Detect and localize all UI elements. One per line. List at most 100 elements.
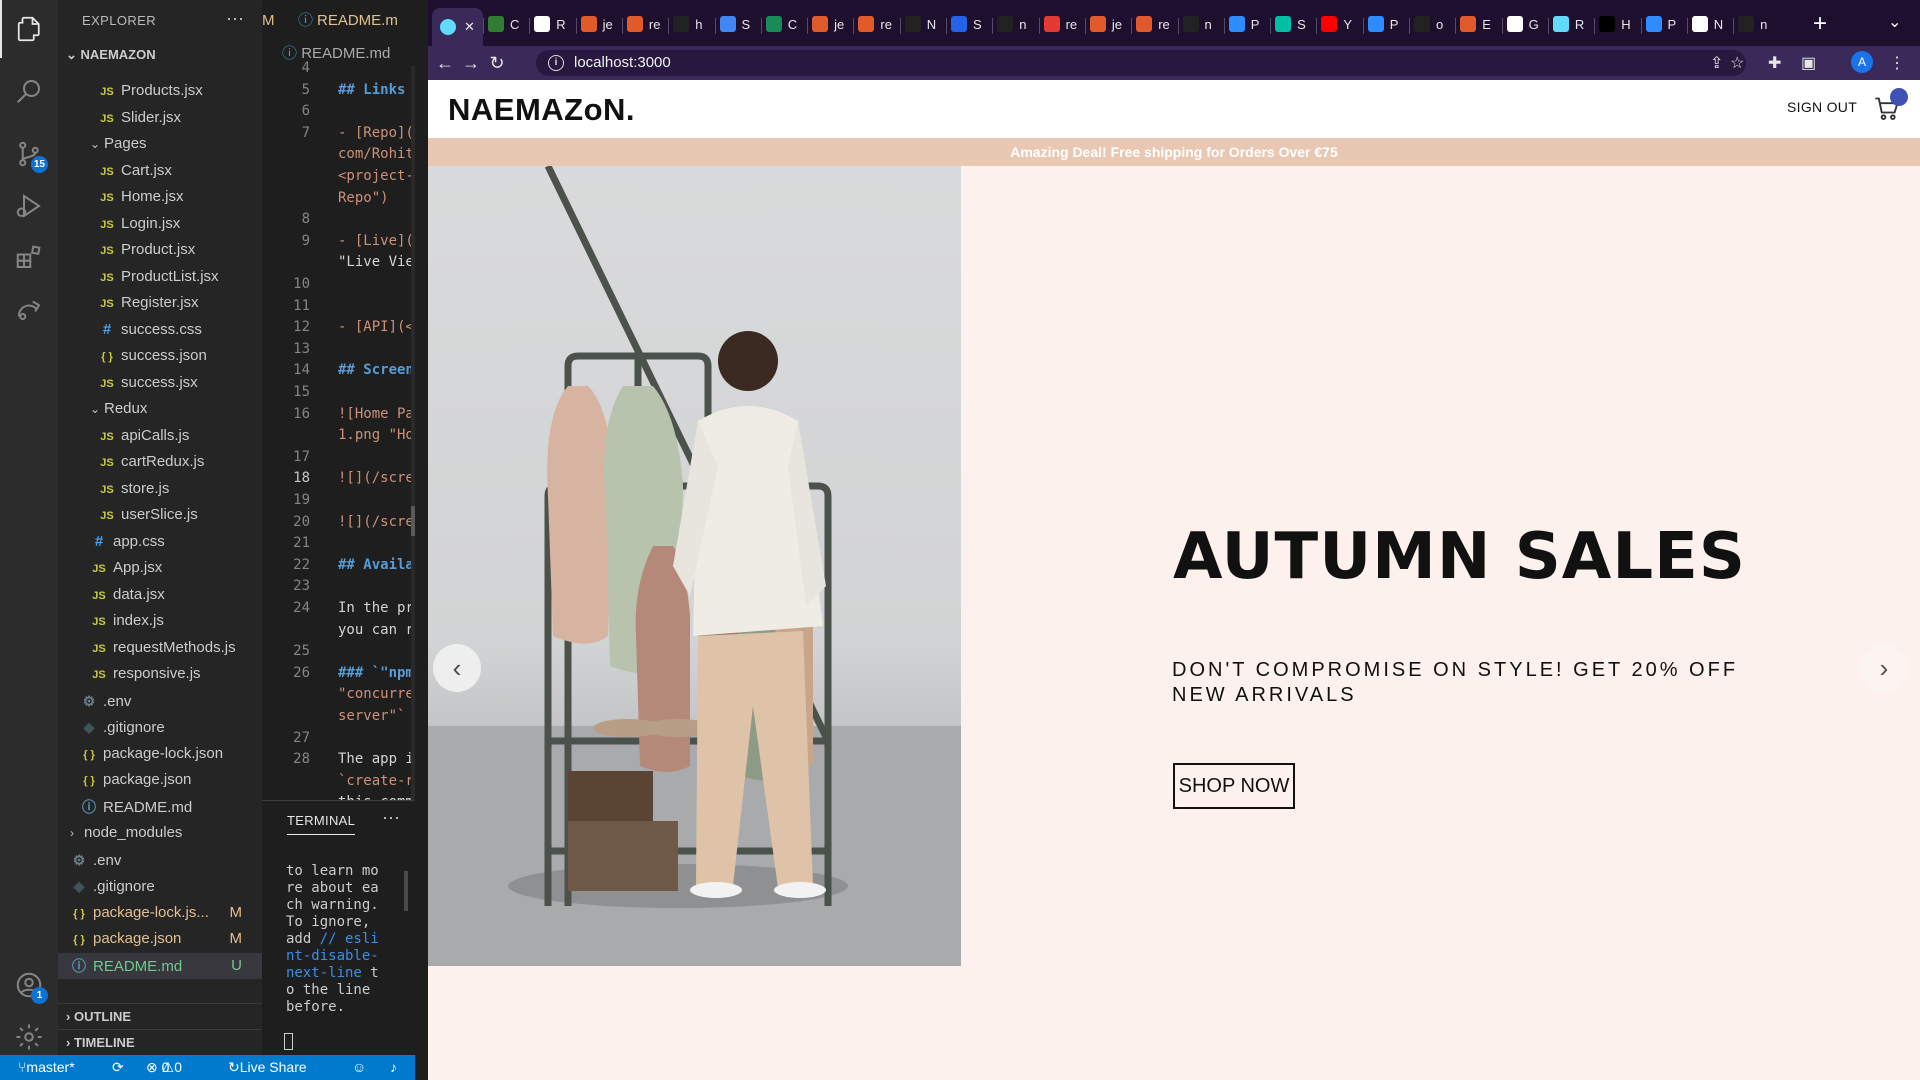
tree-file[interactable]: JS data.jsx xyxy=(58,582,262,608)
live-share-button[interactable]: ↻ Live Share xyxy=(228,1055,307,1080)
tree-folder[interactable]: ⌄ Pages xyxy=(58,131,262,157)
run-debug-icon[interactable] xyxy=(0,177,58,235)
workspace-root[interactable]: ⌄ NAEMAZON xyxy=(58,42,262,68)
code-line[interactable]: 23 xyxy=(262,576,415,597)
tree-file[interactable]: JS userSlice.js xyxy=(58,502,262,528)
prev-tab-fragment[interactable]: M xyxy=(262,0,275,42)
browser-tab[interactable]: G xyxy=(1506,12,1539,36)
feedback-icon[interactable]: ☺ xyxy=(352,1055,366,1080)
tree-file[interactable]: JS store.js xyxy=(58,476,262,502)
browser-tab[interactable]: n xyxy=(1738,12,1767,36)
code-line[interactable]: this comm xyxy=(262,792,415,800)
sync-icon[interactable]: ⟳ xyxy=(112,1055,124,1080)
extensions-icon[interactable] xyxy=(0,228,58,286)
code-line[interactable]: 17 xyxy=(262,447,415,468)
sign-out-link[interactable]: SIGN OUT xyxy=(1787,99,1857,115)
browser-tab[interactable]: N xyxy=(1691,12,1723,36)
tree-file[interactable]: JS Products.jsx xyxy=(58,78,262,104)
tree-file[interactable]: { } success.json xyxy=(58,343,262,369)
browser-tab[interactable]: P xyxy=(1228,12,1259,36)
tree-file[interactable]: ◆ .gitignore xyxy=(58,873,262,899)
tree-file[interactable]: # success.css xyxy=(58,317,262,343)
browser-tab[interactable]: je xyxy=(580,12,613,36)
code-line[interactable]: 9 - [Live]( xyxy=(262,231,415,252)
url-text[interactable]: localhost:3000 xyxy=(574,50,671,76)
terminal-tab[interactable]: TERMINAL xyxy=(287,813,356,835)
code-line[interactable]: 24 In the pr xyxy=(262,598,415,619)
code-line[interactable]: com/Rohit xyxy=(262,144,415,165)
outline-section[interactable]: › OUTLINE xyxy=(58,1003,262,1029)
share-icon[interactable]: ⇪ xyxy=(1710,53,1723,73)
tree-file[interactable]: ⓘ README.md U xyxy=(58,952,262,979)
tab-active[interactable]: ✕ xyxy=(432,8,483,46)
code-line[interactable]: `create-r xyxy=(262,771,415,792)
browser-tab[interactable]: E xyxy=(1460,12,1491,36)
code-line[interactable]: 22 ## Availa xyxy=(262,555,415,576)
browser-tab[interactable]: P xyxy=(1645,12,1676,36)
tree-file[interactable]: ⚙ .env xyxy=(58,847,262,873)
code-line[interactable]: 5 ## Links xyxy=(262,80,415,101)
code-line[interactable]: 14 ## Screen xyxy=(262,360,415,381)
terminal-more-icon[interactable]: ··· xyxy=(382,807,400,828)
browser-tab[interactable]: re xyxy=(1043,12,1077,36)
code-line[interactable]: 6 xyxy=(262,101,415,122)
browser-tab[interactable]: S xyxy=(719,12,750,36)
code-line[interactable]: 7 - [Repo]( xyxy=(262,123,415,144)
code-line[interactable]: 15 xyxy=(262,382,415,403)
browser-tab[interactable]: R xyxy=(534,12,566,36)
tree-file[interactable]: JS ProductList.jsx xyxy=(58,264,262,290)
browser-tab[interactable]: S xyxy=(951,12,982,36)
browser-tab[interactable]: R xyxy=(1552,12,1584,36)
search-icon[interactable] xyxy=(0,62,58,120)
browser-tab[interactable]: C xyxy=(488,12,519,36)
tree-file[interactable]: JS index.js xyxy=(58,608,262,634)
code-line[interactable]: 4 xyxy=(262,58,415,79)
more-actions-icon[interactable]: ··· xyxy=(226,8,244,29)
code-line[interactable]: 28 The app i xyxy=(262,749,415,770)
code-line[interactable]: 12 - [API](< xyxy=(262,317,415,338)
tree-folder[interactable]: ⌄ Redux xyxy=(58,396,262,422)
tree-file[interactable]: JS App.jsx xyxy=(58,555,262,581)
browser-tab[interactable]: S xyxy=(1275,12,1306,36)
tree-file[interactable]: JS Cart.jsx xyxy=(58,158,262,184)
browser-tab[interactable]: re xyxy=(626,12,660,36)
notifications-icon[interactable]: ♪ xyxy=(390,1055,397,1080)
browser-tab[interactable]: h xyxy=(673,12,702,36)
address-bar[interactable]: i localhost:3000 xyxy=(536,50,1746,76)
code-line[interactable]: 20 ![](/scre xyxy=(262,512,415,533)
shop-now-button[interactable]: SHOP NOW xyxy=(1173,763,1295,809)
tree-file[interactable]: JS Home.jsx xyxy=(58,184,262,210)
tree-file[interactable]: ⓘ README.md xyxy=(58,794,262,820)
code-line[interactable]: <project- xyxy=(262,166,415,187)
tree-file[interactable]: ◆ .gitignore xyxy=(58,714,262,740)
code-line[interactable]: 1.png "Ho xyxy=(262,425,415,446)
code-line[interactable]: you can r xyxy=(262,620,415,641)
code-line[interactable]: 16 ![Home Pa xyxy=(262,404,415,425)
tree-file[interactable]: { } package-lock.js... M xyxy=(58,900,262,926)
code-line[interactable]: Repo") xyxy=(262,188,415,209)
tree-file[interactable]: { } package.json M xyxy=(58,926,262,952)
code-line[interactable]: 11 xyxy=(262,296,415,317)
forward-button[interactable]: → xyxy=(460,52,482,74)
tree-file[interactable]: JS Product.jsx xyxy=(58,237,262,263)
tree-file[interactable]: { } package.json xyxy=(58,767,262,793)
browser-tab[interactable]: re xyxy=(1136,12,1170,36)
browser-tab[interactable]: je xyxy=(1089,12,1122,36)
browser-tab[interactable]: Y xyxy=(1321,12,1352,36)
timeline-section[interactable]: › TIMELINE xyxy=(58,1029,262,1055)
tree-file[interactable]: JS cartRedux.js xyxy=(58,449,262,475)
editor-tab-readme[interactable]: M ⓘ README.m xyxy=(262,0,415,42)
scroll-thumb[interactable] xyxy=(411,506,415,536)
bookmark-star-icon[interactable]: ☆ xyxy=(1730,53,1744,73)
back-button[interactable]: ← xyxy=(434,52,456,74)
terminal-output[interactable]: to learn more about each warning. To ign… xyxy=(286,863,386,1016)
code-line[interactable]: server"` xyxy=(262,706,415,727)
browser-tab[interactable]: re xyxy=(858,12,892,36)
menu-kebab-icon[interactable]: ⋮ xyxy=(1889,53,1905,73)
browser-tab[interactable]: o xyxy=(1414,12,1443,36)
code-line[interactable]: 10 xyxy=(262,274,415,295)
tree-file[interactable]: JS requestMethods.js xyxy=(58,635,262,661)
site-info-icon[interactable]: i xyxy=(548,55,564,71)
tree-file[interactable]: JS Login.jsx xyxy=(58,211,262,237)
explorer-icon[interactable] xyxy=(0,0,58,58)
